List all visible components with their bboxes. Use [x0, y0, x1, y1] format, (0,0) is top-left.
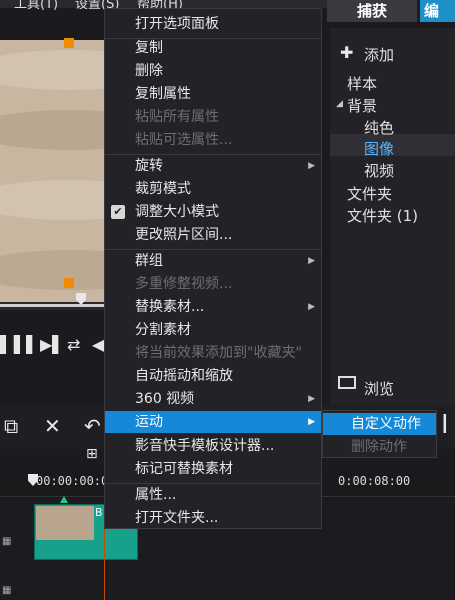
menu-item-replace-clip[interactable]: 替换素材... ▶ — [105, 296, 321, 318]
menu-item-copy[interactable]: 复制 — [105, 37, 321, 59]
menu-bar: 工具(T) 设置(S) 帮助(H) — [0, 0, 330, 12]
menu-item-copy-attributes[interactable]: 复制属性 — [105, 83, 321, 105]
clip-label: B — [95, 506, 103, 519]
submenu-item-custom-motion[interactable]: 自定义动作 — [323, 413, 436, 435]
overlay-track[interactable] — [0, 562, 455, 600]
menu-item-360-video[interactable]: 360 视频 ▶ — [105, 388, 321, 410]
clip-thumbnail — [36, 506, 94, 540]
preview-window[interactable] — [0, 40, 104, 302]
menu-item-delete[interactable]: 删除 — [105, 60, 321, 82]
menu-item-label: 裁剪模式 — [135, 181, 191, 197]
menu-item-multi-trim: 多重修整视频... — [105, 273, 321, 295]
crop-handle-top[interactable] — [64, 38, 74, 48]
crop-handle-bottom[interactable] — [64, 278, 74, 288]
volume-icon[interactable]: ◀ — [92, 335, 104, 354]
browse-icon[interactable] — [338, 376, 356, 389]
timecode-end: 0:00:08:00 — [338, 474, 411, 488]
menu-item-resize-mode[interactable]: ✔ 调整大小模式 — [105, 201, 321, 223]
menu-item-paste-selectable-attributes: 粘贴可选属性... — [105, 129, 321, 151]
submenu-arrow-icon: ▶ — [308, 256, 315, 266]
menu-item-open-options[interactable]: 打开选项面板 — [105, 13, 321, 35]
menu-item-label: 分割素材 — [135, 322, 191, 338]
motion-submenu: 自定义动作 删除动作 — [322, 410, 437, 458]
menu-item-paste-all-attributes: 粘贴所有属性 — [105, 106, 321, 128]
track-icon[interactable]: ▦ — [2, 585, 11, 596]
menu-item-label: 复制属性 — [135, 86, 191, 102]
scrub-track[interactable] — [0, 304, 104, 307]
menu-item-label: 旋转 — [135, 158, 163, 174]
menu-item-label: 删除动作 — [351, 439, 407, 455]
library-item-folder-1[interactable]: 文件夹 (1) — [347, 205, 418, 226]
menu-item-label: 标记可替换素材 — [135, 461, 233, 477]
menu-item-label: 影音快手模板设计器... — [135, 438, 275, 454]
menu-item-label: 打开文件夹... — [135, 510, 219, 526]
menu-item-crop-mode[interactable]: 裁剪模式 — [105, 178, 321, 200]
menu-item-properties[interactable]: 属性... — [105, 484, 321, 506]
menu-item-label: 调整大小模式 — [135, 204, 219, 220]
menu-item-label: 粘贴可选属性... — [135, 132, 233, 148]
expand-icon[interactable]: ◢ — [336, 99, 343, 109]
tab-capture[interactable]: 捕获 — [327, 0, 417, 22]
menu-item-label: 打开选项面板 — [135, 16, 219, 32]
undo-icon[interactable]: ↶ — [84, 414, 101, 438]
menu-item-label: 复制 — [135, 40, 163, 56]
tools-icon[interactable]: ✕ — [44, 414, 61, 438]
library-item-solid[interactable]: 纯色 — [364, 117, 394, 138]
pause-icon[interactable]: ▌▌ — [14, 335, 39, 354]
menu-item-auto-pan-zoom[interactable]: 自动摇动和缩放 — [105, 365, 321, 387]
menu-item-label: 属性... — [135, 487, 177, 503]
menu-item-label: 运动 — [135, 414, 163, 430]
submenu-arrow-icon: ▶ — [308, 161, 315, 171]
menu-item-rotate[interactable]: 旋转 ▶ — [105, 155, 321, 177]
library-item-folder[interactable]: 文件夹 — [347, 183, 392, 204]
menu-item-label: 自动摇动和缩放 — [135, 368, 233, 384]
menu-tools[interactable]: 工具(T) — [14, 0, 58, 12]
menu-item-motion[interactable]: 运动 ▶ — [105, 411, 321, 433]
menu-item-fastflick-designer[interactable]: 影音快手模板设计器... — [105, 435, 321, 457]
library-item-background[interactable]: 背景 — [347, 95, 377, 116]
waveform-icon[interactable]: ┃ — [440, 414, 450, 433]
menu-item-label: 多重修整视频... — [135, 276, 233, 292]
library-item-video[interactable]: 视频 — [364, 160, 394, 181]
library-item-sample[interactable]: 样本 — [347, 73, 377, 94]
tab-edit[interactable]: 编 — [420, 0, 455, 22]
library-item-image[interactable]: 图像 — [364, 138, 394, 159]
track-icon[interactable]: ▦ — [2, 536, 11, 547]
submenu-item-delete-motion: 删除动作 — [323, 436, 436, 458]
menu-item-label: 自定义动作 — [351, 416, 421, 432]
submenu-arrow-icon: ▶ — [308, 394, 315, 404]
add-button-label[interactable]: 添加 — [364, 44, 394, 65]
menu-item-label: 粘贴所有属性 — [135, 109, 219, 125]
menu-item-change-photo-duration[interactable]: 更改照片区间... — [105, 224, 321, 246]
repeat-icon[interactable]: ⇄ — [67, 335, 80, 354]
menu-item-label: 群组 — [135, 253, 163, 269]
menu-item-label: 更改照片区间... — [135, 227, 233, 243]
menu-item-mark-replaceable[interactable]: 标记可替换素材 — [105, 458, 321, 480]
menu-item-label: 替换素材... — [135, 299, 205, 315]
checkmark-icon: ✔ — [111, 205, 125, 219]
add-icon[interactable]: ✚ — [340, 43, 353, 62]
menu-item-group[interactable]: 群组 ▶ — [105, 250, 321, 272]
play-icon[interactable]: ▌ — [0, 335, 12, 354]
track-manager-icon[interactable]: ⊞ — [86, 446, 98, 462]
menu-item-label: 删除 — [135, 63, 163, 79]
menu-item-label: 360 视频 — [135, 391, 195, 407]
storyboard-icon[interactable]: ⧉ — [4, 414, 18, 438]
menu-item-add-effect-favorites: 将当前效果添加到"收藏夹" — [105, 342, 321, 364]
menu-item-split-clip[interactable]: 分割素材 — [105, 319, 321, 341]
next-frame-icon[interactable]: ▶▌ — [40, 335, 65, 354]
browse-button-label[interactable]: 浏览 — [364, 378, 394, 399]
menu-item-open-folder[interactable]: 打开文件夹... — [105, 507, 321, 529]
menu-item-label: 将当前效果添加到"收藏夹" — [135, 345, 302, 361]
submenu-arrow-icon: ▶ — [308, 417, 315, 427]
context-menu: 打开选项面板 复制 删除 复制属性 粘贴所有属性 粘贴可选属性... 旋转 ▶ 裁… — [104, 8, 322, 529]
submenu-arrow-icon: ▶ — [308, 302, 315, 312]
